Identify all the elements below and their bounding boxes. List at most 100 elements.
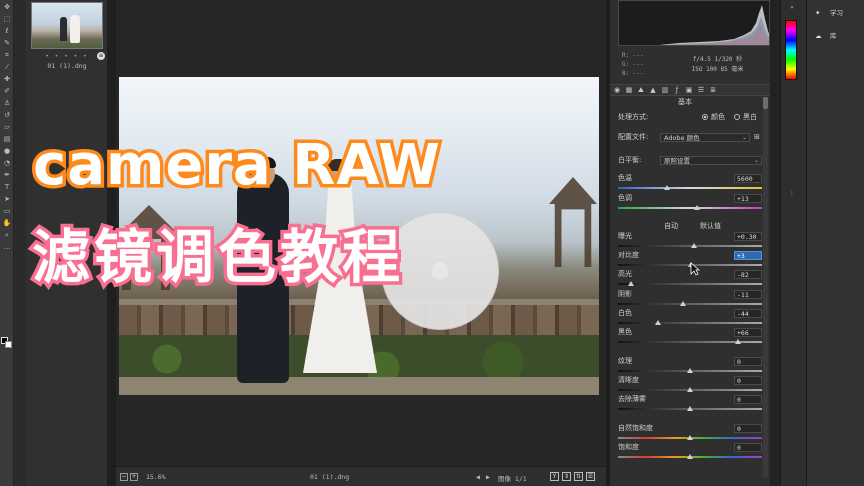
zoom-level[interactable]: 15.6%: [146, 473, 166, 481]
quick-select-tool-icon[interactable]: ✎: [2, 39, 12, 47]
presets-icon[interactable]: ☰: [696, 85, 706, 95]
panel-scrollbar-thumb[interactable]: [763, 97, 768, 109]
texture-slider-knob[interactable]: [687, 368, 693, 373]
panel-scrollbar[interactable]: [763, 97, 768, 477]
before-after-icon[interactable]: ⇕: [562, 472, 571, 481]
crop-tool-icon[interactable]: ⌗: [2, 51, 12, 59]
zoom-in-button[interactable]: +: [130, 473, 138, 481]
dehaze-value[interactable]: 0: [734, 395, 762, 404]
preview-preferences-icon[interactable]: ☰: [586, 472, 595, 481]
vibrance-slider[interactable]: [618, 435, 762, 440]
dock-grip-icon[interactable]: ⋮: [787, 190, 797, 198]
learn-panel-item[interactable]: ✦ 学习: [815, 8, 843, 18]
library-panel-item[interactable]: ☁ 库: [815, 31, 837, 41]
dehaze-slider-knob[interactable]: [687, 406, 693, 411]
saturation-slider-knob[interactable]: [687, 454, 693, 459]
zoom-out-button[interactable]: −: [120, 473, 128, 481]
default-button[interactable]: 默认值: [700, 222, 721, 231]
tint-slider[interactable]: [618, 205, 762, 210]
dodge-tool-icon[interactable]: ◔: [2, 159, 12, 167]
highlights-slider[interactable]: [618, 281, 762, 286]
learn-label: 学习: [830, 9, 843, 17]
temp-slider[interactable]: [618, 185, 762, 190]
exposure-value[interactable]: +0.30: [734, 232, 762, 241]
saturation-value[interactable]: 0: [734, 443, 762, 452]
sliders-icon[interactable]: ≣: [708, 85, 718, 95]
fx-icon[interactable]: ƒ: [672, 85, 682, 95]
treatment-bw-radio[interactable]: [734, 114, 740, 120]
texture-value[interactable]: 0: [734, 357, 762, 366]
shadows-slider[interactable]: [618, 301, 762, 306]
highlights-slider-knob[interactable]: [627, 281, 634, 286]
histogram-graph: [659, 5, 769, 45]
hand-tool-icon[interactable]: ✋: [2, 219, 12, 227]
white-balance-dropdown[interactable]: 原照设置 ⌄: [660, 156, 762, 165]
stamp-tool-icon[interactable]: ♙: [2, 99, 12, 107]
whites-slider-knob[interactable]: [655, 320, 662, 325]
profile-dropdown[interactable]: Adobe 颜色 ⌄: [660, 133, 750, 142]
treatment-color-radio[interactable]: [702, 114, 708, 120]
filmstrip-menu-icon[interactable]: ≡: [97, 52, 105, 60]
grid-icon[interactable]: ▦: [624, 85, 634, 95]
swap-settings-icon[interactable]: ⇅: [574, 472, 583, 481]
blacks-slider[interactable]: [618, 339, 762, 344]
auto-button[interactable]: 自动: [664, 222, 678, 231]
tint-value[interactable]: +13: [734, 194, 762, 203]
rating-dots[interactable]: • • • • •: [26, 53, 108, 60]
marquee-tool-icon[interactable]: ⬚: [2, 15, 12, 23]
brush-tool-icon[interactable]: ✐: [2, 87, 12, 95]
prev-image-icon[interactable]: ◀: [476, 473, 480, 481]
pen-tool-icon[interactable]: ✒: [2, 171, 12, 179]
dock-collapse-icon[interactable]: »: [787, 4, 797, 12]
levels-icon[interactable]: ▥: [660, 85, 670, 95]
clarity-slider-knob[interactable]: [687, 387, 693, 392]
clarity-slider[interactable]: [618, 387, 762, 392]
color-spectrum[interactable]: [785, 20, 797, 80]
whites-value[interactable]: -44: [734, 309, 762, 318]
slider-row-shadows: 阴影 -11: [618, 290, 762, 300]
exposure-slider-knob[interactable]: [691, 243, 698, 248]
tint-slider-knob[interactable]: [694, 205, 701, 210]
vibrance-value[interactable]: 0: [734, 424, 762, 433]
healing-tool-icon[interactable]: ✚: [2, 75, 12, 83]
type-tool-icon[interactable]: T: [2, 183, 12, 191]
white-balance-value: 原照设置: [664, 157, 690, 165]
zoom-tool-icon[interactable]: ⌕: [2, 231, 12, 239]
blacks-value[interactable]: +66: [734, 328, 762, 337]
slider-row-temp: 色温 5600: [618, 174, 762, 184]
gradient-tool-icon[interactable]: ▤: [2, 135, 12, 143]
saturation-slider[interactable]: [618, 454, 762, 459]
aperture-icon[interactable]: ◉: [612, 85, 622, 95]
dehaze-slider[interactable]: [618, 406, 762, 411]
shadows-slider-knob[interactable]: [679, 301, 686, 306]
eraser-tool-icon[interactable]: ▱: [2, 123, 12, 131]
contrast-label: 对比度: [618, 251, 639, 259]
view-toggle-icon[interactable]: Y: [550, 472, 559, 481]
filmstrip-thumbnail[interactable]: [31, 2, 103, 49]
next-image-icon[interactable]: ▶: [486, 473, 490, 481]
move-tool-icon[interactable]: ✥: [2, 3, 12, 11]
vibrance-slider-knob[interactable]: [687, 435, 693, 440]
temp-slider-knob[interactable]: [663, 185, 670, 190]
background-color-swatch[interactable]: [5, 341, 12, 348]
clarity-value[interactable]: 0: [734, 376, 762, 385]
triangle-icon[interactable]: ▲: [648, 85, 658, 95]
texture-slider[interactable]: [618, 368, 762, 373]
profile-browser-icon[interactable]: ⊞: [754, 133, 760, 142]
tone-curve-icon[interactable]: ⛰: [636, 85, 646, 95]
shape-tool-icon[interactable]: ▭: [2, 207, 12, 215]
lasso-tool-icon[interactable]: ℓ: [2, 27, 12, 35]
highlights-value[interactable]: -82: [734, 270, 762, 279]
camera-icon[interactable]: ▣: [684, 85, 694, 95]
more-tools-icon[interactable]: …: [2, 243, 12, 251]
temp-value[interactable]: 5600: [734, 174, 762, 183]
history-brush-icon[interactable]: ↺: [2, 111, 12, 119]
shadows-value[interactable]: -11: [734, 290, 762, 299]
blacks-slider-knob[interactable]: [734, 339, 741, 344]
blur-tool-icon[interactable]: ●: [2, 147, 12, 155]
exposure-slider[interactable]: [618, 243, 762, 248]
contrast-value[interactable]: +3: [734, 251, 762, 260]
whites-slider[interactable]: [618, 320, 762, 325]
eyedropper-tool-icon[interactable]: ⁄: [2, 63, 12, 71]
path-select-icon[interactable]: ➤: [2, 195, 12, 203]
